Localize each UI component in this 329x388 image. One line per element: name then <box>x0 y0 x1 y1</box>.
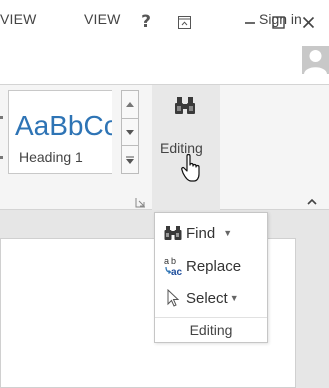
svg-text:a: a <box>164 256 169 266</box>
replace-ab-ac-icon: a b ac <box>163 256 183 276</box>
gallery-edge-mark <box>0 156 3 159</box>
tab-view[interactable]: VIEW <box>0 11 37 27</box>
menu-divider <box>155 317 267 318</box>
dropdown-arrow-icon: ▼ <box>229 293 239 303</box>
chevron-up-icon <box>307 198 317 205</box>
replace-menu-item[interactable]: a b ac Replace <box>163 254 241 278</box>
ribbon-display-options-button[interactable] <box>170 10 198 34</box>
chevron-down-icon <box>126 129 134 135</box>
mouse-pointer-icon <box>180 153 204 183</box>
styles-dialog-launcher[interactable] <box>135 195 146 208</box>
svg-text:ac: ac <box>171 267 183 276</box>
help-button[interactable]: ? <box>132 10 160 34</box>
ribbon-tab-row <box>0 44 329 84</box>
style-sample-text: AaBbCc <box>15 110 112 141</box>
more-dropdown-icon <box>126 156 134 164</box>
binoculars-icon <box>163 224 183 242</box>
collapse-ribbon-button[interactable] <box>305 194 319 205</box>
binoculars-icon <box>174 95 196 117</box>
close-icon <box>302 16 314 28</box>
sign-in-link[interactable]: Sign in <box>259 11 302 27</box>
styles-scroll-up-button[interactable] <box>121 90 139 119</box>
select-menu-item[interactable]: Select ▼ <box>163 286 239 310</box>
gallery-edge-mark <box>0 116 3 119</box>
avatar[interactable] <box>302 46 329 74</box>
style-name-label: Heading 1 <box>19 149 83 165</box>
dropdown-arrow-icon: ▼ <box>223 228 233 238</box>
tab-view-2[interactable]: VIEW <box>84 11 121 27</box>
find-menu-item[interactable]: Find ▼ <box>163 221 232 245</box>
editing-group-label: Editing <box>189 322 233 338</box>
styles-scroll-down-button[interactable] <box>121 118 139 146</box>
styles-more-button[interactable] <box>121 145 139 174</box>
replace-menu-label: Replace <box>186 257 242 275</box>
minimize-icon <box>245 22 255 24</box>
ribbon-display-options-icon <box>177 15 191 29</box>
select-cursor-icon <box>163 289 183 307</box>
select-menu-label: Select <box>186 289 228 307</box>
user-silhouette-icon <box>302 46 329 74</box>
chevron-up-icon <box>126 102 134 107</box>
svg-text:b: b <box>171 256 176 266</box>
dialog-launcher-icon <box>135 198 145 208</box>
find-menu-label: Find <box>186 224 216 242</box>
